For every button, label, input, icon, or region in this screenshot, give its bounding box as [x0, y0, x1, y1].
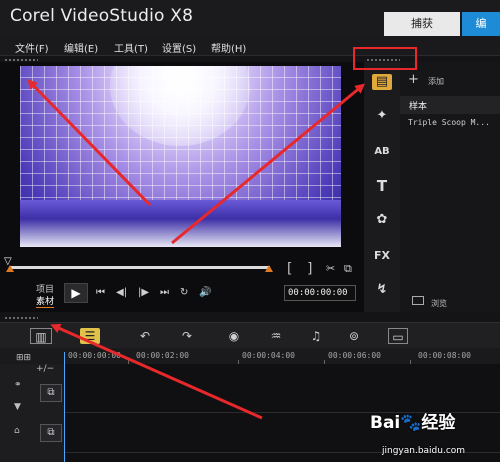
baidu-watermark-logo: Bai🐾经验 [370, 413, 456, 433]
arrow-to-library-grip [171, 83, 366, 245]
arrow-to-player-grip [27, 79, 152, 207]
arrow-to-timeline-grip [50, 323, 263, 420]
baidu-watermark-url: jingyan.baidu.com [382, 446, 466, 456]
annotation-arrows [27, 79, 366, 420]
